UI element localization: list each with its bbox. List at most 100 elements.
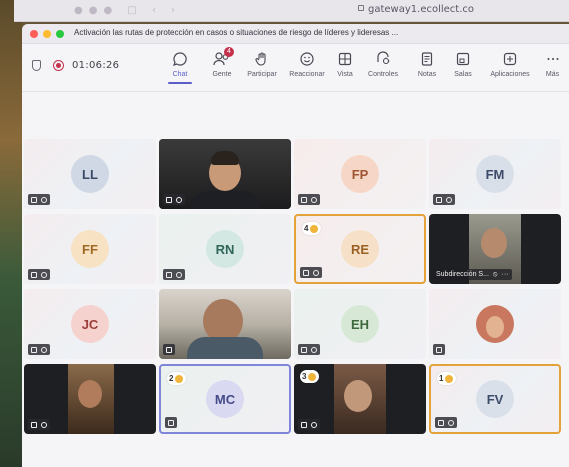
people-button[interactable]: 4 Gente: [200, 47, 244, 78]
browser-url-text: gateway1.ecollect.co: [368, 4, 475, 15]
tile-controls: [28, 194, 50, 205]
tile-controls: [28, 419, 50, 430]
avatar: FP: [341, 155, 379, 193]
camera-icon: [436, 196, 442, 203]
teams-meeting-window: Activación las rutas de protección en ca…: [22, 24, 569, 467]
more-icon: [536, 50, 569, 68]
participant-tile-ff[interactable]: FF: [24, 214, 156, 284]
rooms-icon: [441, 50, 485, 68]
participant-tile-eh[interactable]: EH: [294, 289, 426, 359]
titlebar: Activación las rutas de protección en ca…: [22, 24, 569, 44]
participant-photo-tile[interactable]: [429, 289, 561, 359]
chat-button[interactable]: Chat: [158, 50, 202, 84]
mic-off-icon: [176, 271, 182, 278]
tile-controls: [435, 417, 457, 428]
rooms-label: Salas: [454, 71, 472, 78]
raised-hand-badge: 1: [437, 372, 457, 385]
tile-controls: [163, 194, 185, 205]
raise-hand-button[interactable]: Participar: [240, 50, 284, 78]
participant-video-tile[interactable]: [159, 289, 291, 359]
participant-tile-fp[interactable]: FP: [294, 139, 426, 209]
tile-controls: [163, 344, 175, 355]
raised-hand-icon: [308, 372, 317, 381]
participant-tile-rn[interactable]: RN: [159, 214, 291, 284]
controls-label: Controles: [368, 71, 398, 78]
camera-icon: [438, 419, 444, 426]
signal-icon: [31, 196, 37, 203]
apps-icon: [488, 50, 532, 68]
tile-controls: [165, 417, 177, 428]
raised-hand-icon: [310, 224, 319, 233]
participant-tile-ll[interactable]: LL: [24, 139, 156, 209]
participant-tile-re[interactable]: 4 RE: [294, 214, 426, 284]
camera-icon: [301, 196, 307, 203]
raised-hand-badge: 3: [300, 370, 320, 383]
participant-tile-fv[interactable]: 1 FV: [429, 364, 561, 434]
more-button[interactable]: Más: [536, 50, 569, 78]
browser-tab-controls: ●●● □ ‹ ›: [74, 5, 182, 16]
raise-hand-label: Participar: [247, 71, 277, 78]
camera-icon: [436, 346, 442, 353]
more-options-icon[interactable]: ···: [502, 269, 509, 280]
rooms-button[interactable]: Salas: [441, 50, 485, 78]
minimize-window-button[interactable]: [43, 30, 51, 38]
participant-video-tile[interactable]: [24, 364, 156, 434]
mic-icon: [176, 196, 182, 203]
raised-hand-order: 3: [302, 372, 307, 381]
shield-icon[interactable]: [32, 60, 41, 71]
people-icon: [200, 50, 244, 68]
meeting-toolbar: 01:06:26 Chat 4 Gente Participar Reaccio…: [22, 44, 569, 92]
participant-face: [481, 228, 507, 258]
chat-icon: [158, 50, 202, 68]
avatar: EH: [341, 305, 379, 343]
raised-hand-icon: [175, 374, 184, 383]
camera-icon: [166, 271, 172, 278]
raised-hand-order: 2: [169, 374, 174, 383]
mic-off-icon: [448, 419, 454, 426]
browser-bar: ●●● □ ‹ › gateway1.ecollect.co: [14, 0, 569, 22]
photo-face: [486, 316, 504, 338]
tile-controls: [163, 269, 185, 280]
camera-icon: [31, 421, 37, 428]
participant-tile-fm[interactable]: FM: [429, 139, 561, 209]
participant-face: [78, 380, 102, 408]
mic-off-icon: [313, 269, 319, 276]
mic-off-icon: [41, 346, 47, 353]
tile-controls: [28, 344, 50, 355]
controls-button[interactable]: Controles: [361, 50, 405, 78]
tile-controls: [300, 267, 322, 278]
mic-off-icon: ⦸: [492, 271, 498, 278]
video-grid: LL FP FM FF RN 4 RE Subdirección S... ⦸ …: [22, 92, 569, 467]
avatar: MC: [206, 380, 244, 418]
avatar: FF: [71, 230, 109, 268]
close-window-button[interactable]: [30, 30, 38, 38]
raised-hand-order: 4: [304, 224, 309, 233]
apps-button[interactable]: Aplicaciones: [488, 50, 532, 78]
raised-hand-badge: 4: [302, 222, 322, 235]
chat-label: Chat: [172, 71, 188, 78]
browser-url[interactable]: gateway1.ecollect.co: [358, 4, 474, 15]
mic-off-icon: [41, 421, 47, 428]
participant-face: [344, 380, 372, 412]
participant-tile-mc[interactable]: 2 MC: [159, 364, 291, 434]
participant-video-tile[interactable]: [159, 139, 291, 209]
controls-icon: [361, 50, 405, 68]
meeting-status: 01:06:26: [32, 60, 119, 71]
avatar: RE: [341, 230, 379, 268]
tile-controls: [433, 194, 455, 205]
participant-shirt: [187, 337, 263, 359]
maximize-window-button[interactable]: [56, 30, 64, 38]
participant-tile-jc[interactable]: JC: [24, 289, 156, 359]
raised-hand-icon: [445, 374, 454, 383]
more-label: Más: [545, 71, 560, 78]
participant-shirt: [189, 191, 261, 209]
participant-name: Subdirección S...: [436, 271, 489, 278]
camera-icon: [166, 196, 172, 203]
participant-hair: [211, 151, 239, 165]
camera-icon: [303, 269, 309, 276]
mic-off-icon: [311, 196, 317, 203]
participant-video-tile-subdireccion[interactable]: Subdirección S... ⦸ ···: [429, 214, 561, 284]
participant-video-tile-hand[interactable]: 3: [294, 364, 426, 434]
tile-controls: [298, 344, 320, 355]
mic-off-icon: [446, 196, 452, 203]
